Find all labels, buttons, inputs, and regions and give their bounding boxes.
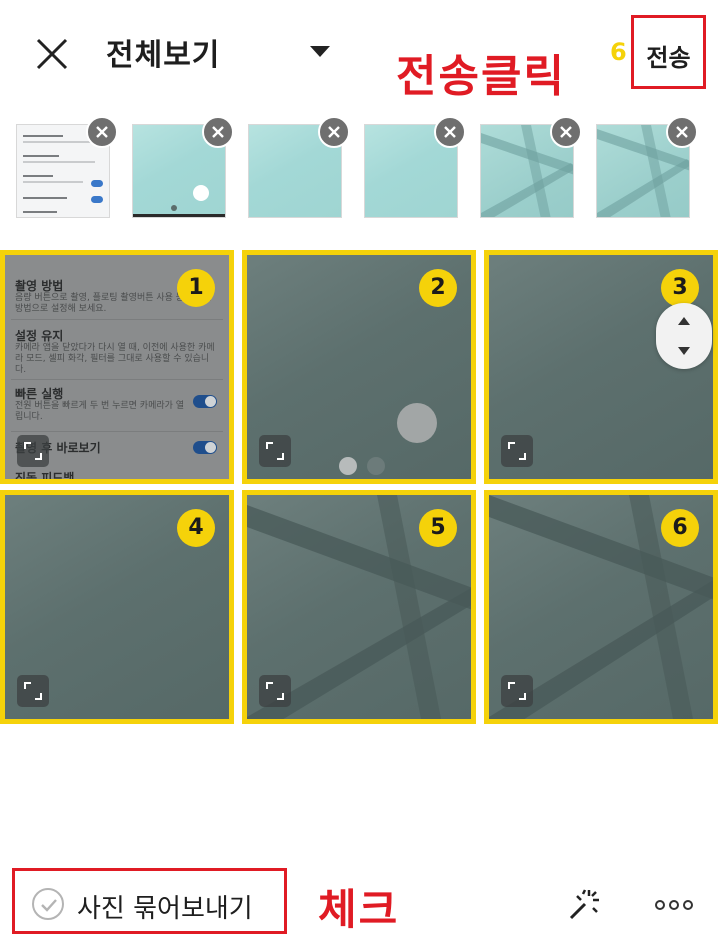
close-icon <box>96 126 108 138</box>
close-icon <box>676 126 688 138</box>
check-circle-icon[interactable] <box>32 888 64 920</box>
remove-thumb-button[interactable] <box>666 116 698 148</box>
shot-heading: 진동 피드백 <box>15 471 75 484</box>
shot-heading: 빠른 실행 <box>15 387 64 401</box>
fast-scroll-handle[interactable] <box>656 303 712 369</box>
expand-icon <box>508 682 526 700</box>
close-button[interactable] <box>34 36 70 72</box>
remove-thumb-button[interactable] <box>434 116 466 148</box>
grid-photo[interactable]: 2 <box>242 250 476 484</box>
expand-icon <box>24 442 42 460</box>
chevron-down-icon[interactable] <box>310 46 330 57</box>
selection-number-badge: 5 <box>419 509 457 547</box>
expand-icon <box>24 682 42 700</box>
selected-strip <box>0 116 720 218</box>
more-options-button[interactable] <box>655 898 695 912</box>
send-button[interactable]: 전송 <box>631 15 706 89</box>
expand-icon <box>266 442 284 460</box>
shot-heading: 설정 유지 <box>15 329 64 343</box>
selected-count: 6 <box>610 38 627 66</box>
close-icon <box>444 126 456 138</box>
grid-photo[interactable]: 4 <box>0 490 234 724</box>
bundle-send-toggle[interactable]: 사진 묶어보내기 <box>12 868 287 934</box>
annotation-send-click: 전송클릭 <box>396 51 566 102</box>
expand-button[interactable] <box>17 675 49 707</box>
magic-edit-button[interactable] <box>567 886 603 922</box>
close-icon <box>212 126 224 138</box>
scroll-down-icon <box>678 347 690 355</box>
remove-thumb-button[interactable] <box>86 116 118 148</box>
selection-number-badge: 6 <box>661 509 699 547</box>
expand-button[interactable] <box>501 675 533 707</box>
send-label: 전송 <box>646 44 691 72</box>
expand-icon <box>266 682 284 700</box>
expand-button[interactable] <box>501 435 533 467</box>
close-icon <box>328 126 340 138</box>
remove-thumb-button[interactable] <box>318 116 350 148</box>
selection-number-badge: 3 <box>661 269 699 307</box>
sparkle-icon <box>569 889 599 920</box>
selection-number-badge: 1 <box>177 269 215 307</box>
shot-text: 카메라 앱을 닫았다가 다시 열 때, 이전에 사용한 카메라 모드, 셀피 화… <box>15 343 215 375</box>
remove-thumb-button[interactable] <box>550 116 582 148</box>
bundle-send-label: 사진 묶어보내기 <box>77 894 253 924</box>
expand-button[interactable] <box>17 435 49 467</box>
shot-heading: 촬영 방법 <box>15 279 64 293</box>
grid-photo[interactable]: 6 <box>484 490 718 724</box>
grid-photo[interactable]: 촬영 방법 음량 버튼으로 촬영, 플로팅 촬영버튼 사용 등 다양한 방법으로… <box>0 250 234 484</box>
expand-button[interactable] <box>259 435 291 467</box>
scroll-up-icon <box>678 317 690 325</box>
expand-button[interactable] <box>259 675 291 707</box>
album-title[interactable]: 전체보기 <box>106 30 220 74</box>
expand-icon <box>508 442 526 460</box>
annotation-check: 체크 <box>318 885 400 934</box>
selection-number-badge: 4 <box>177 509 215 547</box>
close-icon <box>36 38 68 70</box>
grid-photo[interactable]: 5 <box>242 490 476 724</box>
shot-text: 전원 버튼을 빠르게 두 번 누르면 카메라가 열립니다. <box>15 401 185 422</box>
close-icon <box>560 126 572 138</box>
remove-thumb-button[interactable] <box>202 116 234 148</box>
selection-number-badge: 2 <box>419 269 457 307</box>
